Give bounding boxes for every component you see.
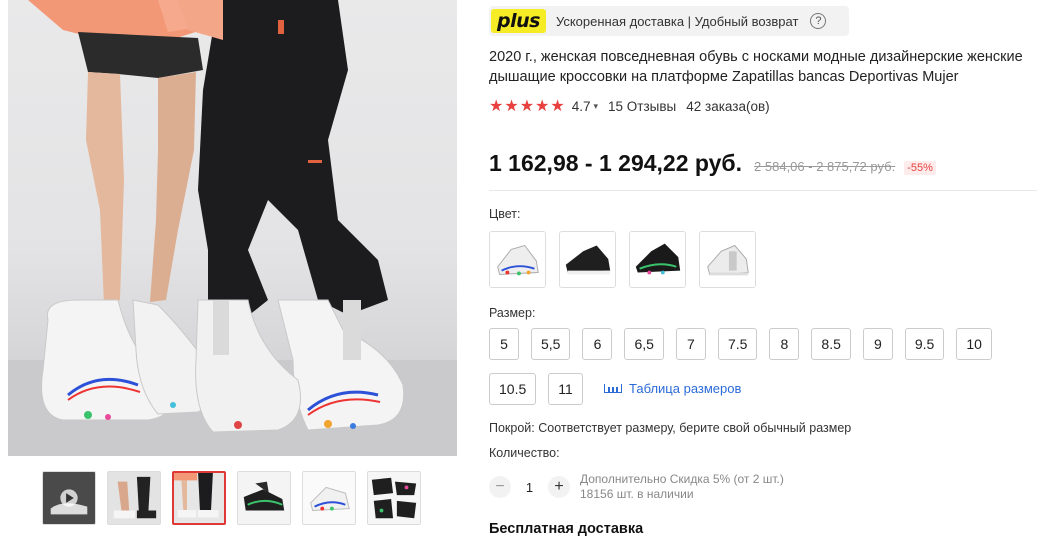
stock-text: 18156 шт. в наличии [580, 487, 694, 501]
size-option-button[interactable]: 11 [548, 373, 583, 405]
size-label: Размер: [489, 306, 536, 320]
size-options-row-1: 5 5,5 6 6,5 7 7.5 8 8.5 9 9.5 10 [489, 328, 1037, 360]
thumbnail-4[interactable] [237, 471, 291, 525]
size-option-button[interactable]: 7 [675, 328, 706, 360]
shipping-title: Бесплатная доставка [489, 521, 644, 537]
thumbnail-6[interactable] [367, 471, 421, 525]
color-options [489, 231, 756, 288]
thumbnail-strip [42, 471, 421, 525]
size-option-button[interactable]: 5 [489, 328, 519, 360]
thumbnail-2[interactable] [107, 471, 161, 525]
size-option-button[interactable]: 10 [956, 328, 992, 360]
discount-badge: -55% [904, 161, 936, 175]
size-option-button[interactable]: 6 [582, 328, 613, 360]
increase-quantity-button[interactable]: + [548, 476, 570, 498]
thumbnail-3-selected[interactable] [172, 471, 226, 525]
size-option-button[interactable]: 6,5 [624, 328, 664, 360]
product-title: 2020 г., женская повседневная обувь с но… [489, 49, 1023, 85]
size-option-button[interactable]: 8 [769, 328, 800, 360]
size-option-button[interactable]: 7.5 [717, 328, 758, 360]
thumbnail-5[interactable] [302, 471, 356, 525]
orders-count: 42 заказа(ов) [686, 98, 770, 114]
quantity-stepper: − 1 + Дополнительно Скидка 5% (от 2 шт.)… [489, 472, 784, 502]
divider [489, 190, 1037, 191]
color-option-black-multicolor[interactable] [629, 231, 686, 288]
size-option-button[interactable]: 9 [862, 328, 893, 360]
fit-info: Покрой: Соответствует размеру, берите св… [489, 421, 852, 435]
plus-banner-text: Ускоренная доставка | Удобный возврат [555, 13, 799, 29]
rating-row: ★★★★★ 4.7 ▾ 15 Отзывы 42 заказа(ов) [489, 96, 770, 116]
old-price: 2 584,06 - 2 875,72 руб. [754, 159, 896, 174]
size-option-button[interactable]: 5,5 [531, 328, 571, 360]
size-chart-link[interactable]: Таблица размеров [604, 381, 741, 396]
size-option-button[interactable]: 10.5 [489, 373, 537, 405]
reviews-link[interactable]: 15 Отзывы [608, 99, 676, 114]
decrease-quantity-button[interactable]: − [489, 476, 511, 498]
chevron-down-icon[interactable]: ▾ [594, 101, 599, 112]
bulk-discount-text: Дополнительно Скидка 5% (от 2 шт.) [580, 472, 784, 486]
thumbnail-video[interactable] [42, 471, 96, 525]
help-icon[interactable]: ? [810, 13, 827, 29]
size-chart-label: Таблица размеров [629, 381, 742, 396]
color-label: Цвет: [489, 207, 521, 221]
size-options-row-2: 10.5 11 [489, 373, 1037, 405]
quantity-info: Дополнительно Скидка 5% (от 2 шт.) 18156… [580, 472, 784, 502]
rating-stars-icon: ★★★★★ [489, 98, 566, 115]
product-page: plus Ускоренная доставка | Удобный возвр… [0, 0, 1037, 541]
quantity-label: Количество: [489, 446, 560, 460]
color-option-white-multicolor[interactable] [489, 231, 546, 288]
color-option-black-white[interactable] [559, 231, 616, 288]
size-option-button[interactable]: 8.5 [811, 328, 851, 360]
current-price: 1 162,98 - 1 294,22 руб. [489, 150, 743, 176]
size-option-button[interactable]: 9.5 [904, 328, 945, 360]
price-row: 1 162,98 - 1 294,22 руб. 2 584,06 - 2 87… [489, 150, 936, 177]
plus-banner[interactable]: plus Ускоренная доставка | Удобный возвр… [489, 6, 849, 36]
rating-value[interactable]: 4.7 [572, 99, 591, 114]
quantity-value[interactable]: 1 [511, 480, 548, 495]
main-product-image[interactable] [8, 0, 457, 456]
color-option-white-grey[interactable] [699, 231, 756, 288]
plus-logo: plus [491, 9, 546, 33]
ruler-icon [604, 384, 622, 393]
